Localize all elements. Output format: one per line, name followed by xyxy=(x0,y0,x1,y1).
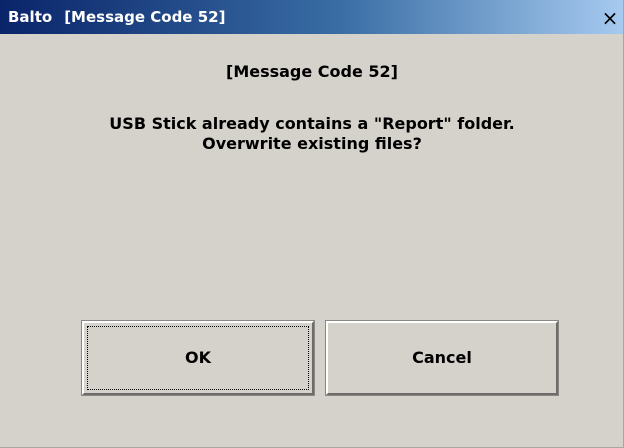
message-line-1: USB Stick already contains a "Report" fo… xyxy=(109,114,515,133)
ok-button-label: OK xyxy=(185,348,211,367)
message-dialog: Balto [Message Code 52] × [Message Code 5… xyxy=(0,0,624,448)
ok-button[interactable]: OK xyxy=(81,320,315,396)
message-code-heading: [Message Code 52] xyxy=(226,62,398,81)
window-app-name: Balto xyxy=(8,8,53,26)
message-text: USB Stick already contains a "Report" fo… xyxy=(0,114,624,154)
cancel-button-label: Cancel xyxy=(412,348,472,367)
close-icon[interactable]: × xyxy=(601,8,619,28)
cancel-button[interactable]: Cancel xyxy=(325,320,559,396)
window-title-text: [Message Code 52] xyxy=(64,8,226,26)
window-title: Balto [Message Code 52] xyxy=(8,8,225,26)
title-bar[interactable]: Balto [Message Code 52] × xyxy=(0,0,623,34)
message-line-2: Overwrite existing files? xyxy=(202,134,422,153)
